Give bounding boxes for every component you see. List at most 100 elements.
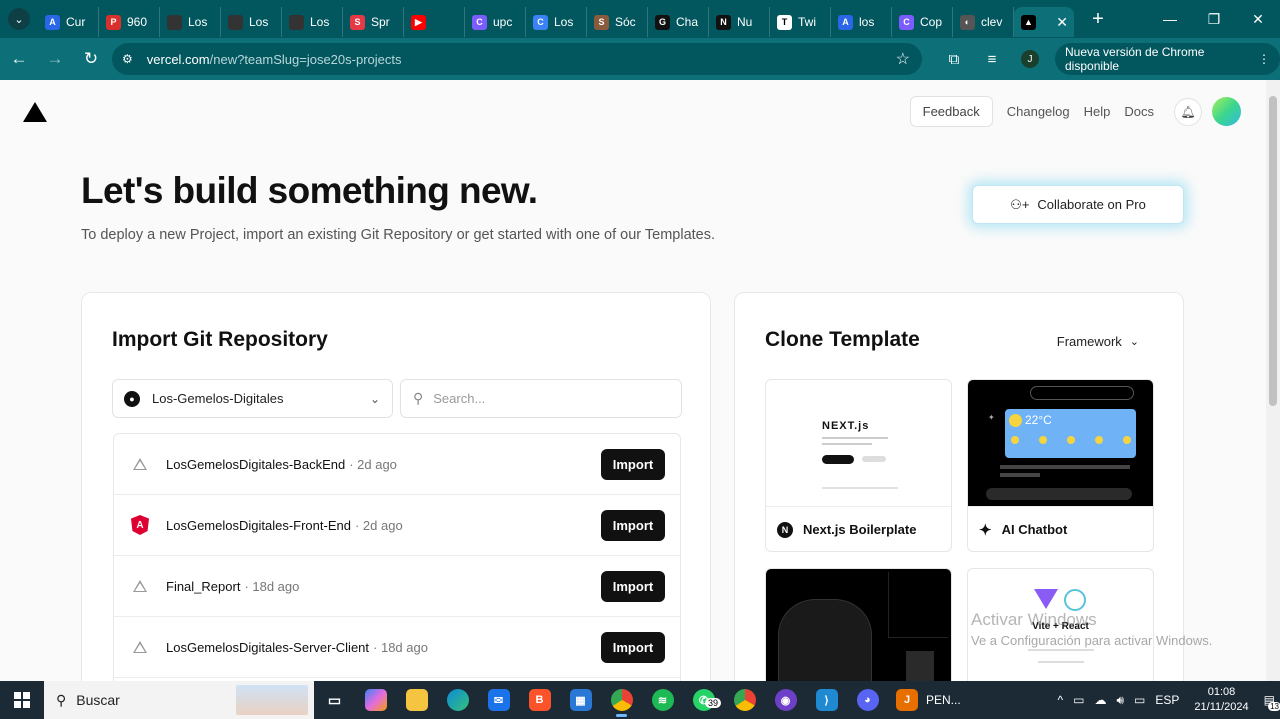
back-icon[interactable]: ← xyxy=(2,42,36,76)
display-icon[interactable]: ▭ xyxy=(1073,693,1084,707)
browser-tab[interactable]: Alos xyxy=(831,7,892,37)
tab-title: Nu xyxy=(737,15,753,29)
browser-tab[interactable]: Cupc xyxy=(465,7,526,37)
forward-icon[interactable]: → xyxy=(38,42,72,76)
product-tile xyxy=(888,572,948,638)
import-button[interactable]: Import xyxy=(601,448,665,480)
minimize-icon[interactable]: — xyxy=(1148,0,1192,38)
clock[interactable]: 01:08 21/11/2024 xyxy=(1194,685,1248,715)
edge-icon[interactable] xyxy=(437,681,478,719)
tab-vercel-active[interactable]: ▲ ✕ xyxy=(1014,7,1074,37)
repo-search-input[interactable] xyxy=(433,391,634,406)
vercel-icon: ▲ xyxy=(1021,14,1036,30)
browser-tab[interactable]: Los xyxy=(221,7,282,37)
repository-name: LosGemelosDigitales-Server-Client xyxy=(166,639,370,655)
page-scrollbar[interactable] xyxy=(1266,80,1280,681)
start-button[interactable] xyxy=(0,681,44,719)
browser-tab[interactable]: Los xyxy=(160,7,221,37)
update-label: Nueva versión de Chrome disponible xyxy=(1065,45,1205,73)
spotify-icon[interactable]: ≋ xyxy=(642,681,683,719)
vscode-icon[interactable]: ⟩ xyxy=(806,681,847,719)
scrollbar-thumb[interactable] xyxy=(1269,96,1277,406)
chrome-update-button[interactable]: Nueva versión de Chrome disponible ⋮ xyxy=(1055,43,1280,75)
new-tab-button[interactable]: + xyxy=(1088,8,1108,31)
import-title: Import Git Repository xyxy=(112,328,328,351)
url-text[interactable]: vercel.com/new?teamSlug=jose20s-projects xyxy=(147,52,402,67)
browser-tab[interactable]: P 960 xyxy=(99,7,160,37)
bookmark-star-icon[interactable]: ☆ xyxy=(896,49,910,69)
import-button[interactable]: Import xyxy=(601,509,665,541)
browser-tab[interactable]: A Cur xyxy=(38,7,99,37)
whatsapp-icon[interactable]: ✆ 39 xyxy=(683,681,724,719)
more-menu-icon[interactable]: ⋮ xyxy=(1258,52,1270,66)
browser-tab[interactable]: G Cha xyxy=(648,7,709,37)
changelog-link[interactable]: Changelog xyxy=(1007,104,1070,119)
browser-tab[interactable]: S Sóc xyxy=(587,7,648,37)
page-subtitle: To deploy a new Project, import an exist… xyxy=(81,227,716,243)
template-card-commerce[interactable] xyxy=(765,568,952,681)
store-icon[interactable]: ▦ xyxy=(560,681,601,719)
github-desktop-icon[interactable]: ◉ xyxy=(765,681,806,719)
onedrive-icon[interactable]: ☁ xyxy=(1094,693,1106,707)
import-button[interactable]: Import xyxy=(601,631,665,663)
template-card-ai-chatbot[interactable]: ✦ 22°C ✦ AI Chatbot xyxy=(967,379,1154,552)
taskbar-search-box[interactable]: ⚲ Buscar xyxy=(44,681,314,719)
copilot-icon[interactable] xyxy=(355,681,396,719)
tray-overflow-icon[interactable]: ^ xyxy=(1058,693,1064,707)
brave-icon[interactable]: B xyxy=(519,681,560,719)
language-indicator[interactable]: ESP xyxy=(1155,693,1179,707)
collaborate-on-pro-button[interactable]: ⚇+ Collaborate on Pro xyxy=(972,185,1184,224)
browser-tab[interactable]: C Los xyxy=(526,7,587,37)
close-tab-icon[interactable]: ✕ xyxy=(1056,14,1068,31)
browser-tab[interactable]: S Spr xyxy=(343,7,404,37)
tab-title: Cur xyxy=(66,15,86,29)
top-navigation: Feedback Changelog Help Docs 🔔︎ xyxy=(909,96,1241,127)
extensions-icon[interactable]: ⧉ xyxy=(935,51,973,68)
notifications-bell-icon[interactable]: 🔔︎ xyxy=(1174,97,1202,126)
browser-tab[interactable]: C Cop xyxy=(892,7,953,37)
browser-tab[interactable]: T Twi xyxy=(770,7,831,37)
vercel-logo[interactable] xyxy=(23,102,47,122)
tab-favicon-icon: ▶ xyxy=(411,14,426,30)
discord-icon[interactable]: ◕ xyxy=(847,681,888,719)
thumb-chat-input xyxy=(986,488,1132,500)
address-bar[interactable]: ⚙ vercel.com/new?teamSlug=jose20s-projec… xyxy=(112,43,922,75)
feedback-button[interactable]: Feedback xyxy=(909,96,993,127)
profile-avatar[interactable]: J xyxy=(1021,50,1039,68)
close-window-icon[interactable]: ✕ xyxy=(1236,0,1280,38)
git-account-select[interactable]: ● Los-Gemelos-Digitales ⌄ xyxy=(112,379,393,418)
import-button[interactable]: Import xyxy=(601,570,665,602)
repo-search-field[interactable]: ⚲ xyxy=(400,379,682,418)
docs-link[interactable]: Docs xyxy=(1124,104,1154,119)
browser-tab[interactable]: ▶ xyxy=(404,7,465,37)
sparkle-icon: ✦ xyxy=(988,413,995,422)
reload-icon[interactable]: ↻ xyxy=(74,42,108,76)
thumb-text-line xyxy=(822,443,872,445)
repository-age: · 2d ago xyxy=(349,456,397,472)
template-card-nextjs[interactable]: NEXT.js N Next.js Boilerplate xyxy=(765,379,952,552)
tab-search-button[interactable]: ⌄ xyxy=(0,0,38,38)
file-explorer-icon[interactable] xyxy=(396,681,437,719)
framework-filter-dropdown[interactable]: Framework ⌄ xyxy=(1057,334,1139,349)
chrome-profile-icon[interactable] xyxy=(724,681,765,719)
repository-age: · 2d ago xyxy=(354,517,403,533)
mail-icon[interactable]: ✉ xyxy=(478,681,519,719)
repository-row: LosGemelosDigitales-Server-Client · 18d a… xyxy=(114,617,680,678)
media-queue-icon[interactable]: ≡ xyxy=(973,51,1011,68)
notifications-icon[interactable]: ▤ 13 xyxy=(1264,693,1280,711)
chrome-taskbar-icon[interactable] xyxy=(601,681,642,719)
task-view-icon[interactable]: ▭ xyxy=(314,681,355,719)
browser-tab[interactable]: N Nu xyxy=(709,7,770,37)
site-info-icon[interactable]: ⚙ xyxy=(122,52,133,66)
help-link[interactable]: Help xyxy=(1084,104,1111,119)
browser-tab[interactable]: Los xyxy=(282,7,343,37)
volume-icon[interactable]: 🔊︎ xyxy=(1116,693,1124,708)
user-avatar[interactable] xyxy=(1212,97,1241,126)
java-app-icon[interactable]: J PEN... xyxy=(888,681,969,719)
browser-tab[interactable]: ◐ clev xyxy=(953,7,1014,37)
battery-icon[interactable]: ▭ xyxy=(1134,693,1145,707)
template-name: AI Chatbot xyxy=(1001,522,1068,537)
tab-title: 960 xyxy=(127,15,148,29)
windows-activation-hint: Ve a Configuración para activar Windows. xyxy=(971,633,1213,648)
restore-icon[interactable]: ❐ xyxy=(1192,0,1236,38)
